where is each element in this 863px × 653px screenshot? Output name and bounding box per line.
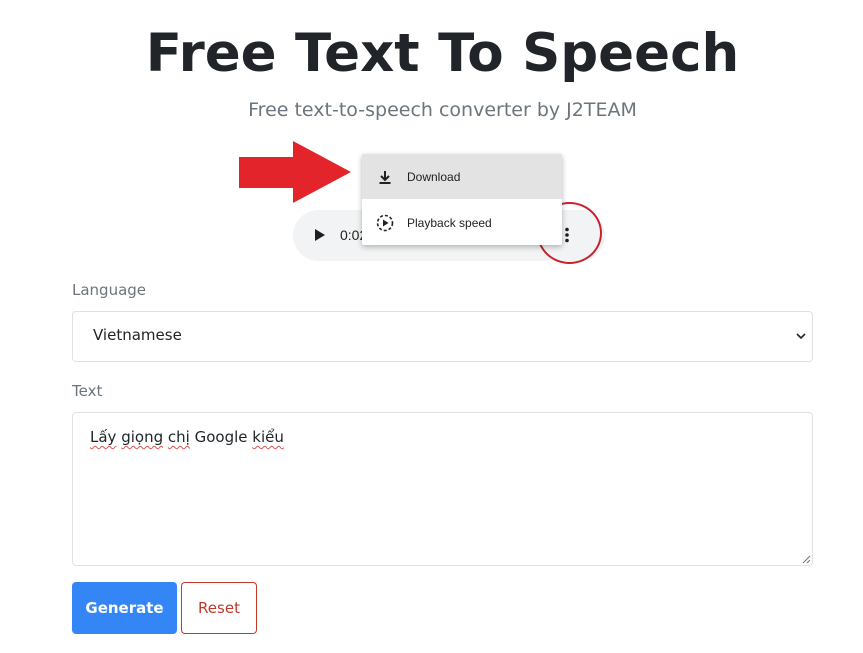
download-icon <box>376 168 394 186</box>
page: Free Text To Speech Free text-to-speech … <box>0 0 863 653</box>
playback-speed-icon <box>376 214 394 232</box>
text-word: Lấy <box>90 428 117 446</box>
page-subtitle: Free text-to-speech converter by J2TEAM <box>248 99 637 121</box>
menu-item-label: Download <box>407 169 461 184</box>
page-title: Free Text To Speech <box>145 23 740 84</box>
language-select[interactable]: Vietnamese <box>72 311 813 362</box>
text-word: kiểu <box>252 428 284 446</box>
text-word: chị <box>167 428 190 446</box>
language-label: Language <box>72 281 147 299</box>
reset-button[interactable]: Reset <box>181 582 257 634</box>
generate-button[interactable]: Generate <box>72 582 177 634</box>
annotation-arrow-icon <box>239 141 351 203</box>
play-button[interactable] <box>309 223 331 247</box>
menu-item-download[interactable]: Download <box>362 154 562 199</box>
play-icon <box>315 229 325 241</box>
text-input-value: Lấy giọng chị Google kiểu <box>90 428 284 446</box>
text-label: Text <box>72 382 103 400</box>
menu-item-playback-speed[interactable]: Playback speed <box>362 200 562 245</box>
menu-item-label: Playback speed <box>407 215 492 230</box>
text-word: giọng <box>121 428 164 446</box>
chevron-down-icon <box>796 333 806 340</box>
text-word: Google <box>194 428 248 446</box>
audio-context-menu: Download Playback speed <box>362 154 562 245</box>
language-selected-value: Vietnamese <box>93 326 182 344</box>
text-input[interactable]: Lấy giọng chị Google kiểu <box>72 412 813 566</box>
resize-handle-icon[interactable] <box>801 554 811 564</box>
